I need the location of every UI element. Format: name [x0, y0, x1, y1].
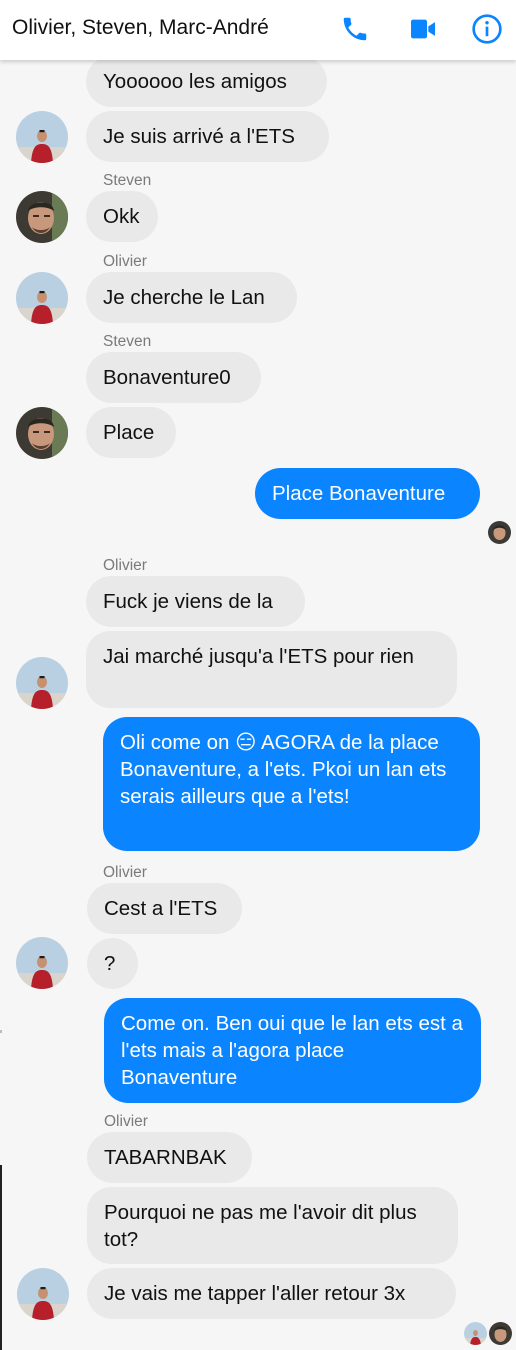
scroll-edge-mark	[0, 1030, 2, 1033]
message-text: Come on. Ben oui que le lan ets est a l'…	[121, 1012, 463, 1089]
sender-label: Steven	[103, 172, 152, 189]
phone-icon[interactable]	[338, 12, 372, 46]
message-bubble[interactable]: Bonaventure0	[86, 352, 261, 403]
message-text: ?	[104, 952, 116, 975]
info-icon[interactable]	[470, 12, 504, 46]
message-text: Fuck je viens de la	[103, 590, 273, 613]
message-text: Jai marché jusqu'a l'ETS pour rien	[103, 645, 414, 668]
message-text: Je suis arrivé a l'ETS	[103, 125, 295, 148]
message-text: Pourquoi ne pas me l'avoir dit plus tot?	[104, 1201, 417, 1251]
message-bubble[interactable]: Jai marché jusqu'a l'ETS pour rien	[86, 631, 457, 708]
avatar-steven[interactable]	[16, 191, 68, 243]
message-bubble[interactable]: Okk	[86, 191, 158, 242]
message-text: Je cherche le Lan	[103, 286, 265, 309]
message-text: Je vais me tapper l'aller retour 3x	[104, 1282, 406, 1305]
sender-label: Olivier	[103, 253, 147, 270]
conversation-header: Olivier, Steven, Marc-André	[0, 0, 516, 60]
message-bubble[interactable]: Yoooooo les amigos	[86, 56, 327, 107]
message-text: Yoooooo les amigos	[103, 70, 287, 93]
message-bubble[interactable]: Place	[86, 407, 176, 458]
read-receipt-avatar-steven	[489, 1322, 512, 1345]
message-bubble[interactable]: ?	[87, 938, 138, 989]
message-text: Place Bonaventure	[272, 482, 446, 505]
avatar-olivier[interactable]	[16, 111, 68, 163]
avatar-steven[interactable]	[16, 407, 68, 459]
scroll-edge-bar[interactable]	[0, 1165, 2, 1350]
message-text: Place	[103, 421, 155, 444]
sender-label: Olivier	[103, 557, 147, 574]
read-receipt-avatar	[488, 521, 511, 544]
message-bubble-outgoing[interactable]: Come on. Ben oui que le lan ets est a l'…	[104, 998, 481, 1103]
avatar-olivier[interactable]	[17, 1268, 69, 1320]
message-bubble-outgoing[interactable]: Oli come on 😑 AGORA de la place Bonavent…	[103, 717, 480, 851]
sender-label: Olivier	[104, 1113, 148, 1130]
message-text: TABARNBAK	[104, 1146, 227, 1169]
message-bubble[interactable]: Je cherche le Lan	[86, 272, 297, 323]
message-bubble[interactable]: Fuck je viens de la	[86, 576, 305, 627]
message-text: Oli come on 😑 AGORA de la place Bonavent…	[120, 731, 447, 808]
read-receipt-avatar-olivier	[464, 1322, 487, 1345]
message-text: Cest a l'ETS	[104, 897, 218, 920]
message-bubble[interactable]: Cest a l'ETS	[87, 883, 242, 934]
video-camera-icon[interactable]	[406, 12, 440, 46]
message-text: Okk	[103, 205, 140, 228]
avatar-olivier[interactable]	[16, 657, 68, 709]
message-bubble[interactable]: Je vais me tapper l'aller retour 3x	[87, 1268, 456, 1319]
message-bubble[interactable]: Pourquoi ne pas me l'avoir dit plus tot?	[87, 1187, 458, 1264]
conversation-title[interactable]: Olivier, Steven, Marc-André	[12, 16, 269, 40]
avatar-olivier[interactable]	[16, 272, 68, 324]
message-text: Bonaventure0	[103, 366, 231, 389]
sender-label: Steven	[103, 333, 152, 350]
message-bubble[interactable]: Je suis arrivé a l'ETS	[86, 111, 329, 162]
message-bubble[interactable]: TABARNBAK	[87, 1132, 252, 1183]
avatar-olivier[interactable]	[16, 937, 68, 989]
sender-label: Olivier	[103, 864, 147, 881]
message-bubble-outgoing[interactable]: Place Bonaventure	[255, 468, 480, 519]
